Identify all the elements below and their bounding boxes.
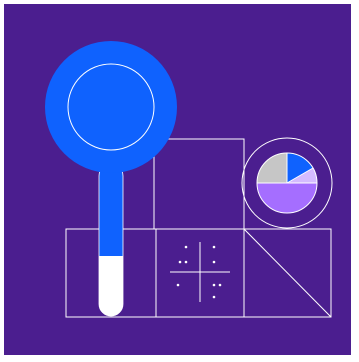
magnifier-handle <box>98 163 124 317</box>
illustration-svg <box>4 4 351 355</box>
illustration-panel <box>4 4 351 355</box>
magnifier-icon <box>45 41 177 173</box>
outer-frame <box>0 0 359 362</box>
